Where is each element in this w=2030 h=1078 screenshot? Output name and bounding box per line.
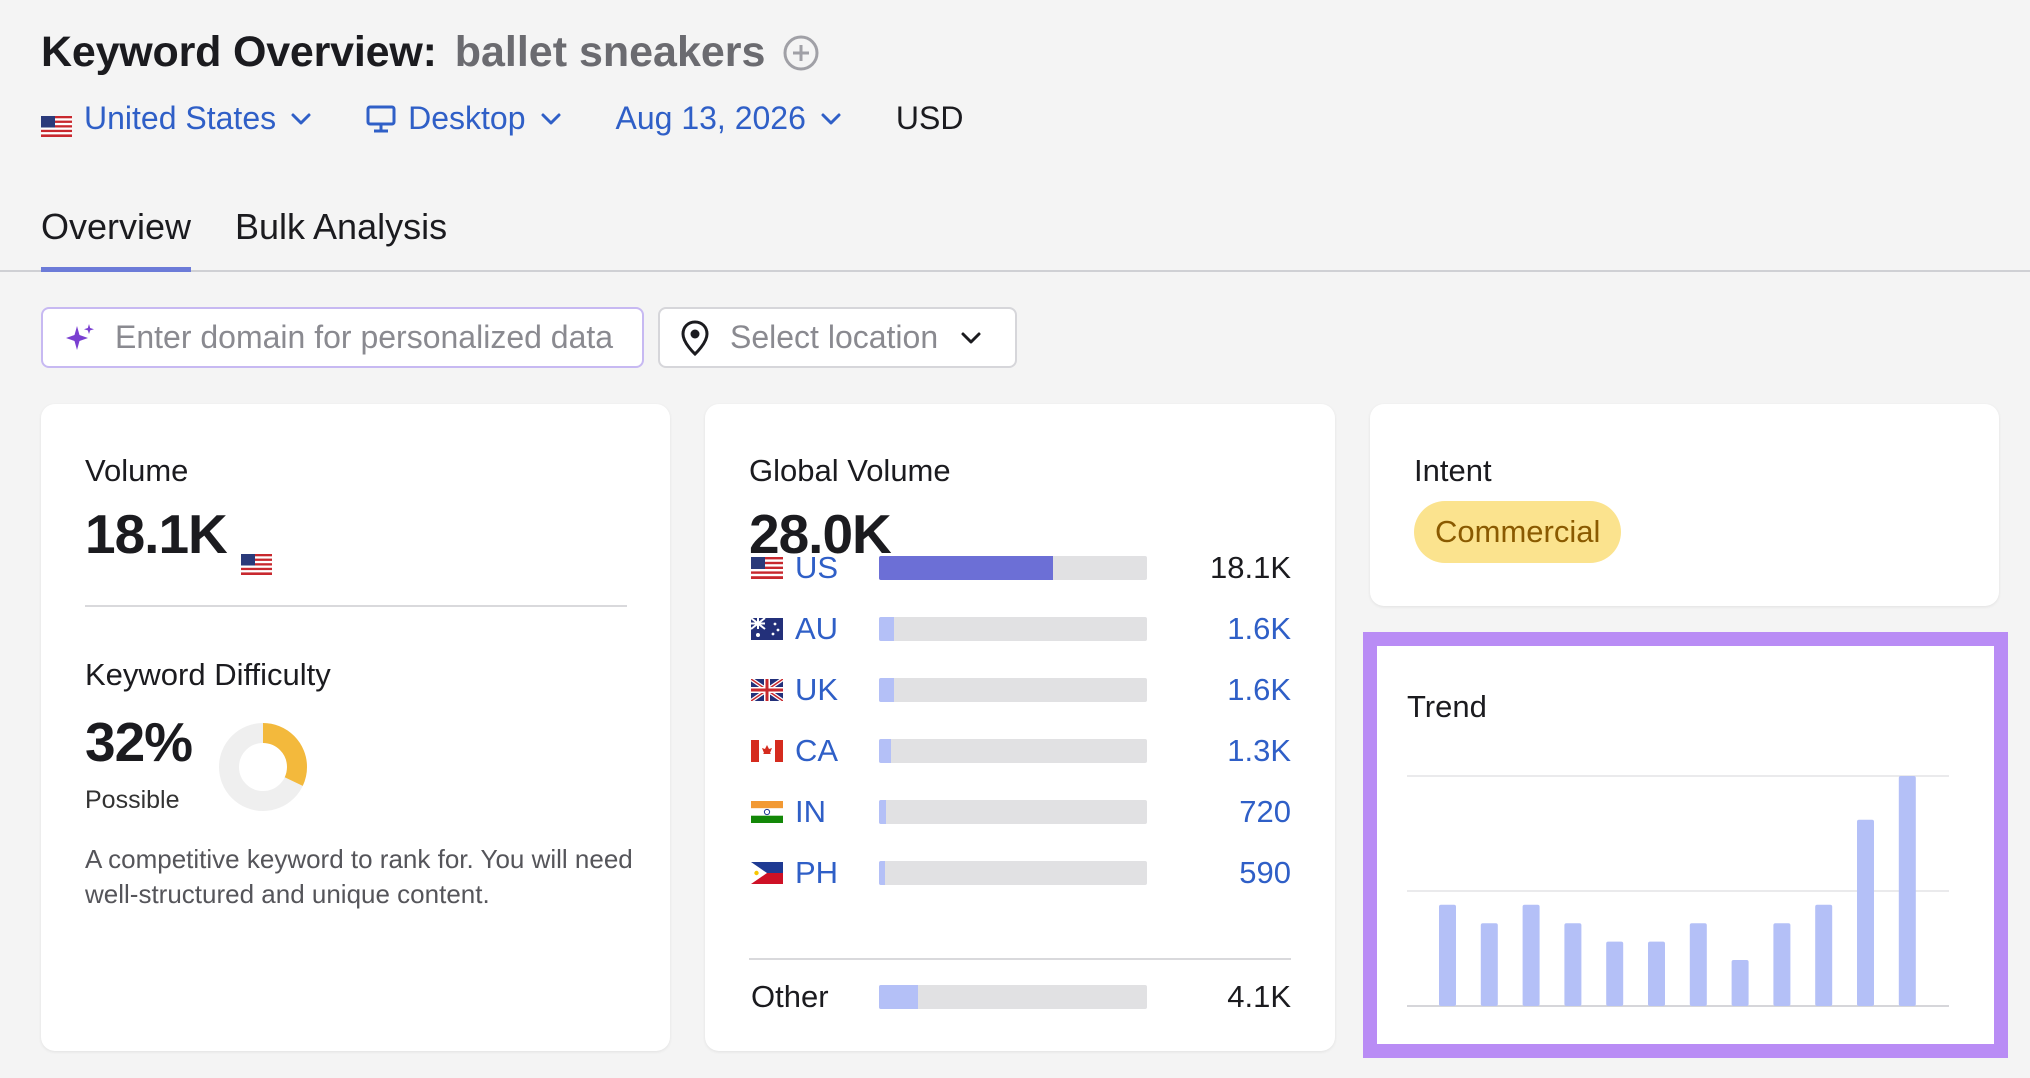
volume-label: Volume (85, 453, 189, 488)
divider (85, 605, 627, 607)
country-row[interactable]: AU 1.6K (750, 609, 1291, 649)
location-pin-icon (681, 319, 709, 356)
flag-in-icon (751, 801, 783, 823)
country-code[interactable]: CA (795, 733, 861, 769)
trend-label: Trend (1407, 689, 1487, 724)
country-code[interactable]: US (795, 550, 861, 586)
domain-field[interactable] (41, 307, 644, 368)
other-value: 4.1K (1227, 979, 1291, 1014)
trend-bar[interactable] (1522, 904, 1540, 1006)
chevron-down-icon (541, 113, 560, 124)
filters-bar: United States Desktop Aug 13, 2026 USD (41, 100, 1017, 137)
currency-label: USD (895, 100, 964, 136)
country-share-bar (879, 678, 1147, 702)
trend-bar[interactable] (1731, 960, 1749, 1006)
country-code[interactable]: IN (795, 794, 861, 830)
trend-bar[interactable] (1898, 776, 1916, 1006)
trend-bar[interactable] (1480, 923, 1498, 1006)
add-to-list-icon[interactable] (783, 35, 819, 71)
location-dropdown[interactable]: Select location (658, 307, 1017, 368)
country-row[interactable]: CA 1.3K (751, 731, 1291, 771)
country-share-bar (879, 617, 1147, 641)
country-dropdown[interactable]: United States (41, 100, 312, 137)
country-row[interactable]: PH 590 (751, 853, 1291, 893)
global-volume-card: Global Volume 28.0K US 18.1K AU 1.6K UK 1.6K C… (705, 404, 1335, 1051)
country-share-fill (879, 739, 892, 763)
country-row-other: Other 4.1K (751, 977, 1291, 1017)
keyword-title: ballet sneakers (454, 28, 766, 76)
country-volume: 18.1K (1209, 550, 1291, 585)
trend-bar[interactable] (1689, 923, 1707, 1006)
intent-card: Intent Commercial (1370, 404, 1999, 606)
country-row[interactable]: UK 1.6K (749, 670, 1291, 710)
flag-ph-icon (751, 862, 783, 884)
kd-label: Keyword Difficulty (85, 657, 331, 692)
country-volume: 1.3K (1227, 733, 1291, 768)
flag-uk-icon (749, 677, 785, 703)
page-header: Keyword Overview: ballet sneakers (41, 28, 819, 77)
country-share-fill (879, 556, 1054, 580)
trend-bar[interactable] (1815, 904, 1833, 1006)
kd-donut (219, 723, 307, 811)
domain-input[interactable] (115, 319, 635, 356)
country-share-fill (879, 861, 885, 885)
country-share-fill (879, 617, 895, 641)
location-placeholder: Select location (730, 319, 939, 355)
country-code[interactable]: UK (795, 672, 861, 708)
desktop-icon (366, 105, 396, 132)
trend-bar[interactable] (1857, 819, 1874, 1006)
sparkle-icon (66, 323, 94, 350)
flag-us-icon (751, 557, 783, 579)
country-volume: 1.6K (1227, 611, 1291, 646)
us-flag-icon (41, 108, 72, 137)
global-volume-label: Global Volume (749, 453, 951, 488)
kd-description: A competitive keyword to rank for. You w… (85, 844, 633, 909)
country-code[interactable]: PH (795, 855, 861, 891)
page-title: Keyword Overview: (41, 28, 437, 76)
date-label: Aug 13, 2026 (615, 100, 806, 136)
trend-chart (1407, 775, 1949, 1007)
us-flag-icon (240, 524, 272, 575)
intent-label: Intent (1414, 453, 1492, 488)
country-share-fill (879, 678, 895, 702)
tab-bar: Overview Bulk Analysis (0, 205, 2030, 272)
trend-bar[interactable] (1773, 923, 1791, 1006)
country-volume: 1.6K (1227, 672, 1291, 707)
date-dropdown[interactable]: Aug 13, 2026 (616, 100, 842, 137)
country-share-bar (879, 800, 1147, 824)
chevron-down-icon (291, 113, 311, 124)
country-volume: 590 (1239, 855, 1291, 890)
other-label: Other (751, 979, 829, 1014)
country-share-bar (879, 739, 1147, 763)
flag-ca-icon (751, 740, 783, 762)
trend-bar[interactable] (1564, 923, 1582, 1006)
tab-overview[interactable]: Overview (41, 205, 192, 272)
volume-value: 18.1K (85, 503, 228, 565)
country-row[interactable]: US 18.1K (751, 548, 1291, 588)
divider (749, 958, 1291, 960)
volume-value-row: 18.1K (85, 502, 272, 575)
flag-au-icon (750, 617, 783, 640)
chevron-down-icon (821, 113, 841, 124)
volume-card: Volume 18.1K Keyword Difficulty 32% Poss… (41, 404, 670, 1051)
kd-value: 32% (85, 711, 193, 773)
country-code[interactable]: AU (795, 611, 861, 647)
trend-bar[interactable] (1439, 904, 1456, 1006)
trend-bar[interactable] (1606, 941, 1624, 1006)
country-label: United States (84, 100, 277, 136)
device-dropdown[interactable]: Desktop (366, 100, 561, 137)
country-share-bar (879, 861, 1147, 885)
intent-badge: Commercial (1414, 501, 1622, 563)
trend-card: Trend (1363, 632, 2008, 1058)
country-volume: 720 (1239, 794, 1291, 829)
country-row[interactable]: IN 720 (751, 792, 1291, 832)
chevron-down-icon (961, 332, 981, 343)
country-share-fill (879, 800, 886, 824)
tab-bulk-analysis[interactable]: Bulk Analysis (235, 205, 447, 272)
kd-level: Possible (85, 786, 180, 814)
trend-bar[interactable] (1648, 941, 1665, 1006)
other-bar (879, 985, 1147, 1009)
country-share-bar (879, 556, 1147, 580)
device-label: Desktop (408, 100, 526, 136)
